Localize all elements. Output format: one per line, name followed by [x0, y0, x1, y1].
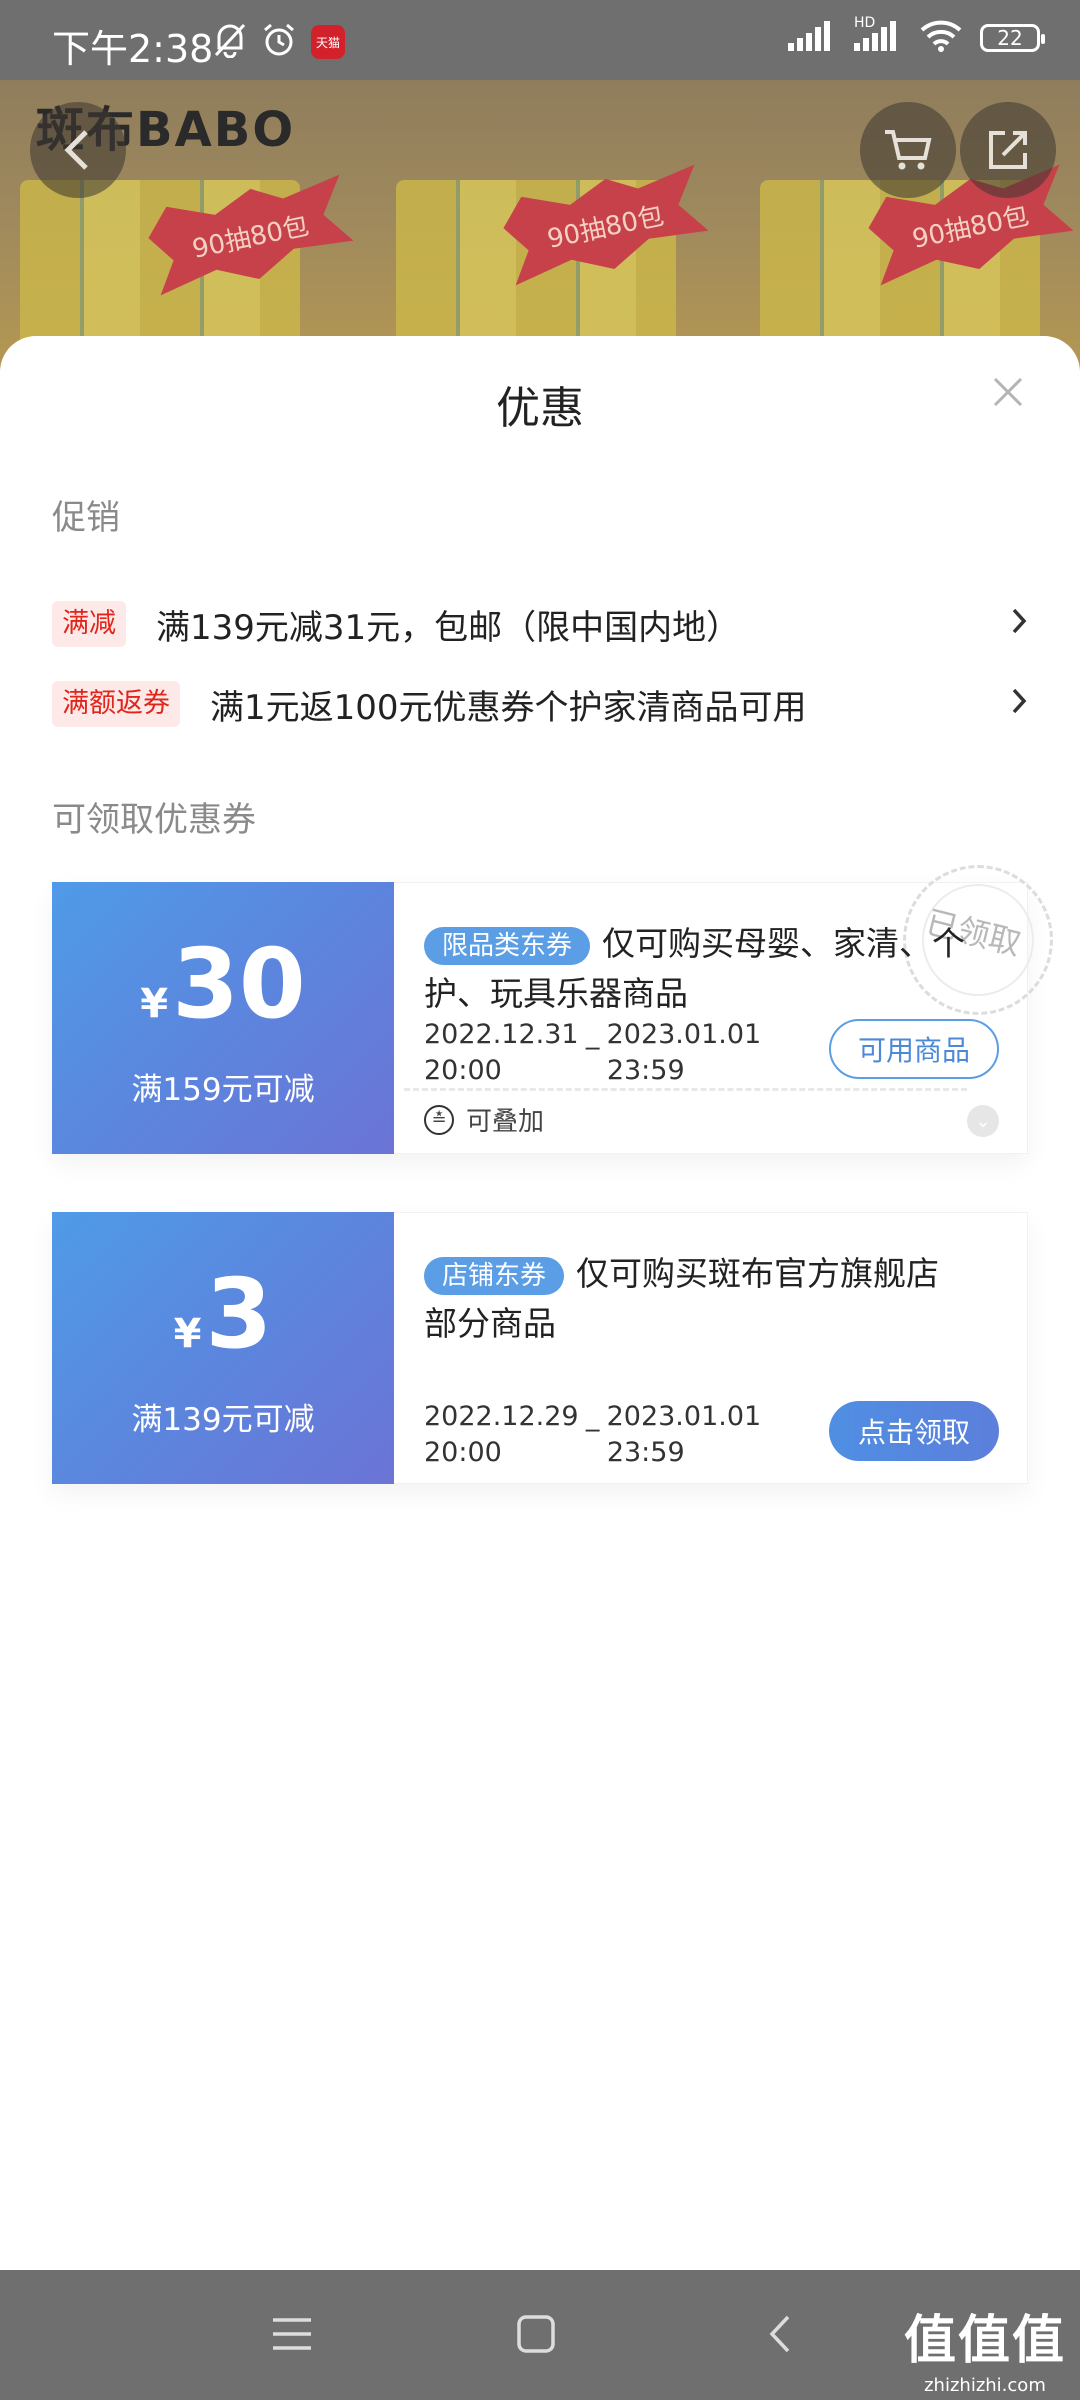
- close-icon: [993, 377, 1023, 407]
- coupon-type-tag: 店铺东券: [424, 1256, 565, 1295]
- promotion-text: 满1元返100元优惠券个护家清商品可用: [210, 687, 807, 728]
- sheet-title: 优惠: [496, 383, 584, 434]
- claim-coupon-button[interactable]: 点击领取: [829, 1401, 999, 1461]
- status-time: 下午2:38: [52, 27, 214, 71]
- status-bar: 下午2:38 天猫 HD 22: [0, 0, 1080, 80]
- system-nav-bar: 值值值 zhizhizhi.com: [0, 2270, 1080, 2400]
- share-icon: [989, 131, 1027, 169]
- share-button[interactable]: [960, 102, 1056, 198]
- signal-hd-icon: HD: [854, 15, 902, 55]
- promotion-tag: 满减: [52, 601, 126, 647]
- coupon-card: ¥3 满139元可减 店铺东券 仅可购买斑布官方旗舰店部分商品 2022.12.2…: [52, 1212, 1028, 1484]
- coupon-card: ¥30 满159元可减 已领取 限品类东券 仅可购买母婴、家清、个护、玩具乐器商品…: [52, 865, 1053, 1154]
- coupons-label: 可领取优惠券: [52, 800, 256, 840]
- coupon-validity: 2022.12.29 _ 2023.01.01 20:00 23:59: [424, 1401, 762, 1468]
- tmall-app-icon: 天猫: [311, 25, 345, 59]
- discount-sheet: 优惠 促销 满减 满139元减31元，包邮（限中国内地） 满额返券 满1元返10…: [0, 336, 1080, 2270]
- stack-icon: ≛: [424, 1104, 454, 1135]
- status-left-icons: 天猫: [213, 22, 345, 62]
- cart-icon: [885, 130, 932, 170]
- promotions-label: 促销: [52, 498, 120, 538]
- close-button[interactable]: [980, 364, 1036, 420]
- chevron-right-icon: [1010, 684, 1028, 725]
- promotion-row[interactable]: 满减 满139元减31元，包邮（限中国内地）: [52, 596, 1028, 652]
- coupon-threshold: 满139元可减: [131, 1402, 315, 1438]
- coupon-amount: ¥30: [140, 928, 306, 1040]
- home-button[interactable]: [508, 2306, 564, 2362]
- usable-products-button[interactable]: 可用商品: [829, 1019, 999, 1079]
- stackable-label: ≛ 可叠加: [424, 1101, 544, 1138]
- cart-button[interactable]: [860, 102, 956, 198]
- wifi-icon: [920, 20, 962, 56]
- coupon-description: 店铺东券 仅可购买斑布官方旗舰店部分商品: [424, 1254, 940, 1343]
- promotion-text: 满139元减31元，包邮（限中国内地）: [156, 607, 741, 648]
- back-triangle-icon: [769, 2315, 790, 2353]
- coupon-info: 已领取 限品类东券 仅可购买母婴、家清、个护、玩具乐器商品 2022.12.31 _…: [394, 865, 1053, 1154]
- coupon-description: 限品类东券 仅可购买母婴、家清、个护、玩具乐器商品: [424, 924, 966, 1013]
- coupon-info: 店铺东券 仅可购买斑布官方旗舰店部分商品 2022.12.29 _ 2023.01.0…: [394, 1212, 1028, 1484]
- divider: [404, 1088, 967, 1091]
- coupon-value-panel: ¥30 满159元可减: [52, 882, 394, 1154]
- battery-icon: 22: [980, 24, 1045, 52]
- chevron-down-icon[interactable]: ⌄: [967, 1105, 999, 1137]
- coupon-threshold: 满159元可减: [131, 1072, 315, 1108]
- watermark: 值值值 zhizhizhi.com: [903, 2311, 1066, 2396]
- chevron-right-icon: [1010, 604, 1028, 645]
- chevron-left-icon: [64, 130, 88, 170]
- coupon-validity: 2022.12.31 _ 2023.01.01 20:00 23:59: [424, 1019, 762, 1086]
- menu-icon: [273, 2318, 311, 2350]
- back-button[interactable]: [30, 102, 126, 198]
- coupon-amount: ¥3: [173, 1258, 273, 1370]
- menu-button[interactable]: [264, 2306, 320, 2362]
- promotion-row[interactable]: 满额返券 满1元返100元优惠券个护家清商品可用: [52, 676, 1028, 732]
- mute-bell-icon: [213, 22, 247, 62]
- signal-icon: [788, 21, 836, 55]
- alarm-icon: [261, 22, 297, 62]
- system-back-button[interactable]: [752, 2306, 808, 2362]
- promotion-tag: 满额返券: [52, 681, 180, 727]
- coupon-type-tag: 限品类东券: [424, 926, 591, 965]
- home-square-icon: [517, 2315, 555, 2353]
- coupon-value-panel: ¥3 满139元可减: [52, 1212, 394, 1484]
- status-right-icons: HD 22: [788, 15, 1045, 56]
